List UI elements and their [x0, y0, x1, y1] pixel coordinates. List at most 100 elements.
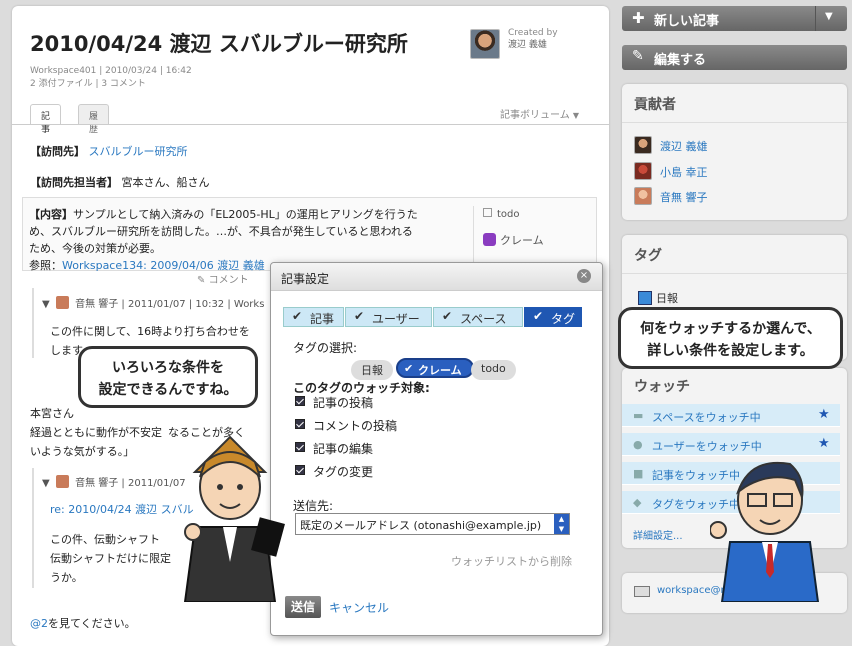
ref-label: 参照：: [29, 259, 62, 272]
comment1-author: 音無 響子 | 2011/01/07 | 10:32 | Works: [75, 299, 265, 310]
remove-watch-link[interactable]: ウォッチリストから削除: [451, 553, 572, 569]
dialog-tab-tag[interactable]: ✔ タグ: [524, 307, 582, 327]
avatar: [634, 162, 652, 180]
person-row: 【訪問先担当者】 宮本さん、船さん: [30, 174, 210, 190]
contributors-panel: 貢献者 渡辺 義雄 小島 幸正 音無 響子: [622, 84, 847, 220]
content-line3: ため、今後の対策が必要。: [29, 242, 161, 255]
option-label: タグの変更: [313, 465, 374, 479]
page-title: 2010/04/24 渡辺 スバルブルー研究所: [30, 32, 408, 56]
dialog-header: 記事設定 ×: [271, 263, 602, 291]
option-checkbox[interactable]: [295, 442, 305, 452]
dialog-tab-article[interactable]: ✔ 記事: [283, 307, 344, 327]
option-checkbox[interactable]: [295, 396, 305, 406]
content-box: 【内容】サンプルとして納入済みの「EL2005-HL」の運用ヒアリングを行うた …: [22, 197, 597, 272]
watch-detail-link[interactable]: 詳細設定...: [633, 527, 683, 542]
article-meta: Workspace401 | 2010/03/24 | 16:42 2 添付ファ…: [30, 65, 192, 91]
person-label: 【訪問先担当者】: [30, 176, 118, 189]
option-checkbox[interactable]: [295, 419, 305, 429]
divider: [622, 273, 847, 274]
watch-space-label: スペースをウォッチ中: [652, 411, 761, 424]
meta-line1: Workspace401 | 2010/03/24 | 16:42: [30, 66, 192, 76]
created-by: Created by 渡辺 義雄: [508, 27, 558, 51]
tag-item[interactable]: 日報: [638, 290, 678, 306]
select-arrows-icon: ▲ ▼: [554, 514, 569, 534]
collapse-icon[interactable]: ▼: [42, 478, 50, 489]
comment2-body: この件、伝動シャフト 伝動シャフトだけに限定 うか。: [50, 530, 171, 587]
dialog-tab-label: 記事: [310, 312, 335, 326]
tags-title: タグ: [634, 248, 662, 264]
edit-button[interactable]: ✎ 編集する: [622, 45, 847, 70]
comment1-header: ▼ 音無 響子 | 2011/01/07 | 10:32 | Works: [42, 295, 264, 310]
send-to-select[interactable]: 既定のメールアドレス (otonashi@example.jp) ▲ ▼: [295, 513, 570, 535]
check-icon: ✔: [292, 309, 303, 323]
star-icon[interactable]: ★: [818, 407, 830, 422]
divider: [622, 122, 847, 123]
tab-divider: [12, 124, 609, 125]
tag-icon: [638, 291, 652, 305]
watch-space-row[interactable]: ▬ スペースをウォッチ中 ★: [622, 404, 840, 427]
comment2-rail: [32, 468, 34, 588]
visit-link[interactable]: スバルブルー研究所: [89, 145, 188, 158]
tag-icon: ◆: [633, 496, 642, 509]
close-icon[interactable]: ×: [577, 269, 591, 283]
split-divider: [815, 6, 816, 31]
comment1-rail: [32, 288, 34, 358]
contributor-name: 音無 響子: [660, 191, 708, 204]
comment2-line3: うか。: [50, 571, 83, 584]
comment-icon: ✎: [197, 275, 206, 286]
speech-bubble-left: いろいろな条件を 設定できるんですね。: [78, 346, 258, 408]
volume-label: 記事ボリューム: [500, 110, 570, 121]
plus-icon: ✚: [632, 9, 645, 27]
chevron-down-icon[interactable]: ▼: [825, 11, 833, 22]
character-illustration-right: [710, 461, 820, 602]
created-by-name[interactable]: 渡辺 義雄: [508, 39, 558, 51]
tab-article[interactable]: 記事: [30, 104, 62, 135]
comment-icon: ■: [633, 467, 644, 480]
tab-history[interactable]: 履歴: [78, 104, 110, 135]
comment2-line1: この件、伝動シャフト: [50, 533, 160, 546]
creator-avatar[interactable]: [470, 29, 500, 59]
star-icon[interactable]: ★: [818, 436, 830, 451]
content-line2: め、スバルブルー研究所を訪問した。…が、不具合が発生していると思われる: [29, 225, 413, 238]
tag-claim-label: クレーム: [500, 234, 544, 247]
speech-bubble-right: 何をウォッチするか選んで、 詳しい条件を設定します。: [618, 307, 843, 369]
content-line1: サンプルとして納入済みの「EL2005-HL」の運用ヒアリングを行うた: [73, 208, 418, 221]
check-icon: ✔: [442, 309, 453, 323]
tag-todo[interactable]: todo: [483, 208, 520, 220]
dialog-tab-user[interactable]: ✔ ユーザー: [345, 307, 432, 327]
comment2-header: ▼ 音無 響子 | 2011/01/07: [42, 474, 186, 489]
comment2-ref[interactable]: re: 2010/04/24 渡辺 スバル: [50, 501, 194, 517]
person-value: 宮本さん、船さん: [121, 176, 210, 189]
mention-link[interactable]: @2: [30, 617, 48, 630]
check-icon: ✔: [404, 362, 414, 375]
user-icon: ●: [633, 438, 643, 451]
chevron-down-icon: ▼: [572, 111, 580, 120]
tag-option-todo[interactable]: todo: [471, 360, 516, 380]
footer-suffix: を見てください。: [48, 617, 136, 630]
dialog-tab-space[interactable]: ✔ スペース: [433, 307, 523, 327]
send-button[interactable]: 送信: [285, 596, 321, 618]
contributor-name: 小島 幸正: [660, 166, 708, 179]
option-checkbox[interactable]: [295, 465, 305, 475]
watch-title: ウォッチ: [634, 379, 690, 395]
comment2-avatar: [55, 475, 69, 488]
new-article-label: 新しい記事: [654, 14, 720, 29]
send-to-label: 送信先:: [293, 499, 334, 513]
meta-line2[interactable]: 2 添付ファイル | 3 コメント: [30, 78, 192, 91]
option-label: 記事の編集: [313, 442, 374, 456]
contributors-title: 貢献者: [634, 97, 676, 113]
tag-claim[interactable]: クレーム: [483, 232, 544, 248]
avatar: [634, 187, 652, 205]
new-article-button[interactable]: ✚ 新しい記事 ▼: [622, 6, 847, 31]
collapse-icon[interactable]: ▼: [42, 299, 50, 310]
tag-option-nippo[interactable]: 日報: [351, 360, 393, 380]
check-icon: ✔: [354, 309, 365, 323]
visit-row: 【訪問先】 スバルブルー研究所: [30, 143, 188, 159]
volume-dropdown[interactable]: 記事ボリューム ▼: [500, 106, 579, 121]
mail-icon: [634, 586, 650, 597]
cancel-link[interactable]: キャンセル: [329, 599, 389, 616]
tag-option-claim[interactable]: ✔ クレーム: [396, 358, 474, 378]
comment-button[interactable]: ✎ コメント: [197, 271, 249, 286]
comment-button-label: コメント: [208, 275, 249, 286]
tag-todo-label: todo: [497, 209, 520, 220]
